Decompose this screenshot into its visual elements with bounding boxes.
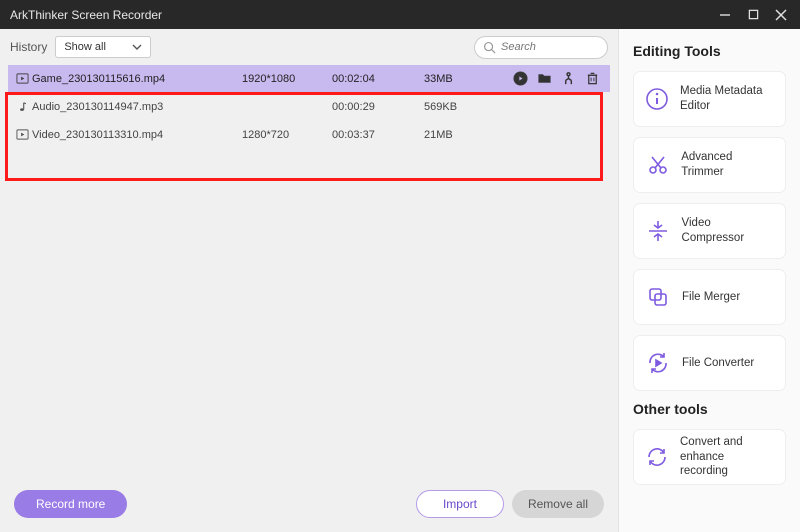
file-row[interactable]: Audio_230130114947.mp3 00:00:29 569KB <box>8 93 610 121</box>
tool-label: Convert and enhance recording <box>680 435 775 480</box>
file-duration: 00:00:29 <box>332 101 424 113</box>
remove-all-button[interactable]: Remove all <box>512 490 604 518</box>
file-list: Game_230130115616.mp4 1920*1080 00:02:04… <box>0 65 618 149</box>
file-name: Game_230130115616.mp4 <box>32 73 242 85</box>
scissors-icon <box>644 151 671 179</box>
editing-tools-heading: Editing Tools <box>633 43 786 59</box>
file-size: 33MB <box>424 73 496 85</box>
file-row[interactable]: Video_230130113310.mp4 1280*720 00:03:37… <box>8 121 610 149</box>
info-icon <box>644 85 670 113</box>
file-row[interactable]: Game_230130115616.mp4 1920*1080 00:02:04… <box>8 65 610 93</box>
search-icon <box>483 41 496 54</box>
compress-icon <box>644 217 672 245</box>
search-input[interactable] <box>501 41 599 53</box>
file-size: 21MB <box>424 129 496 141</box>
window-controls <box>714 4 792 26</box>
tool-file-merger[interactable]: File Merger <box>633 269 786 325</box>
folder-button[interactable] <box>537 71 552 86</box>
main-panel: History Show all Game_230130115616.mp4 1… <box>0 29 618 532</box>
history-filter-dropdown[interactable]: Show all <box>55 36 151 58</box>
play-button[interactable] <box>513 71 528 86</box>
video-icon <box>12 72 32 85</box>
file-duration: 00:02:04 <box>332 73 424 85</box>
file-resolution: 1280*720 <box>242 129 332 141</box>
tool-label: Video Compressor <box>682 216 775 246</box>
refresh-icon <box>644 443 670 471</box>
tool-label: Media Metadata Editor <box>680 84 775 114</box>
tool-media-metadata-editor[interactable]: Media Metadata Editor <box>633 71 786 127</box>
tool-file-converter[interactable]: File Converter <box>633 335 786 391</box>
minimize-button[interactable] <box>714 4 736 26</box>
file-resolution: 1920*1080 <box>242 73 332 85</box>
tool-label: File Converter <box>682 356 754 371</box>
sidebar: Editing Tools Media Metadata Editor Adva… <box>618 29 800 532</box>
maximize-button[interactable] <box>742 4 764 26</box>
tool-label: Advanced Trimmer <box>681 150 775 180</box>
file-duration: 00:03:37 <box>332 129 424 141</box>
title-bar: ArkThinker Screen Recorder <box>0 0 800 29</box>
tool-convert-enhance[interactable]: Convert and enhance recording <box>633 429 786 485</box>
audio-icon <box>12 101 32 113</box>
history-toolbar: History Show all <box>0 29 618 65</box>
edit-button[interactable] <box>561 71 576 86</box>
tool-advanced-trimmer[interactable]: Advanced Trimmer <box>633 137 786 193</box>
file-size: 569KB <box>424 101 496 113</box>
footer: Record more Import Remove all <box>0 476 618 532</box>
video-icon <box>12 128 32 141</box>
file-name: Audio_230130114947.mp3 <box>32 101 242 113</box>
chevron-down-icon <box>132 44 142 50</box>
merge-icon <box>644 283 672 311</box>
close-button[interactable] <box>770 4 792 26</box>
search-box[interactable] <box>474 36 608 59</box>
window-title: ArkThinker Screen Recorder <box>10 8 162 22</box>
other-tools-heading: Other tools <box>633 401 786 417</box>
delete-button[interactable] <box>585 71 600 86</box>
tool-video-compressor[interactable]: Video Compressor <box>633 203 786 259</box>
history-label: History <box>10 40 47 54</box>
convert-icon <box>644 349 672 377</box>
history-filter-value: Show all <box>64 41 106 53</box>
file-name: Video_230130113310.mp4 <box>32 129 242 141</box>
import-button[interactable]: Import <box>416 490 504 518</box>
record-more-button[interactable]: Record more <box>14 490 127 518</box>
tool-label: File Merger <box>682 290 740 305</box>
